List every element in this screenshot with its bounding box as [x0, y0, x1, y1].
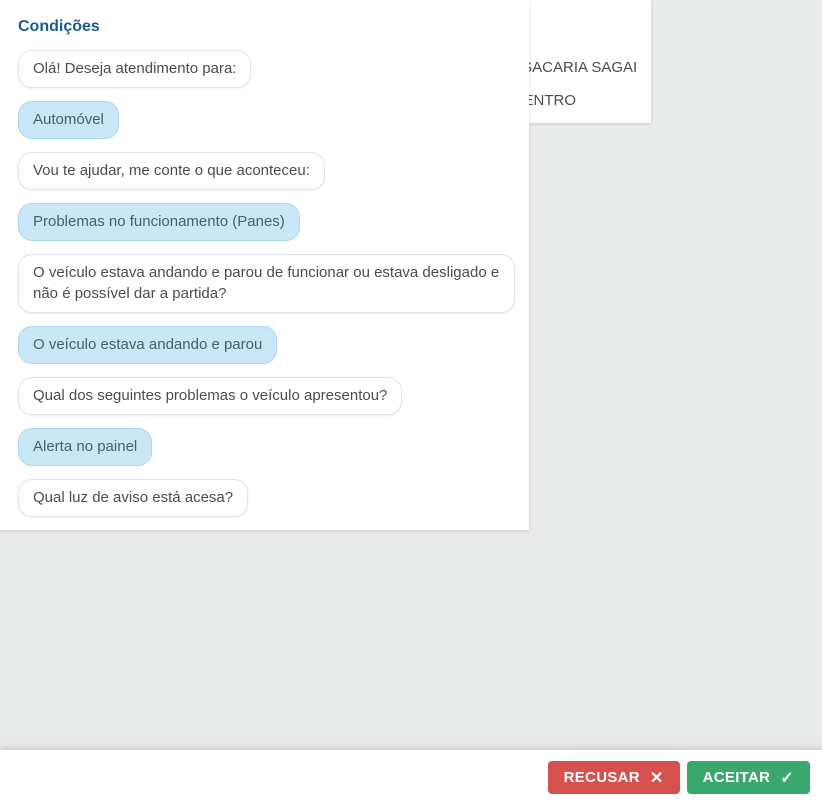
conditions-card: Condições Olá! Deseja atendimento para: … [0, 0, 529, 530]
chat-message: Problemas no funcionamento (Panes) [18, 203, 515, 241]
bot-bubble: Olá! Deseja atendimento para: [18, 50, 252, 88]
reject-button[interactable]: RECUSAR ✕ [547, 761, 680, 794]
chat-message: Automóvel [18, 101, 515, 139]
chat-message: Qual luz de aviso está acesa? [18, 479, 515, 517]
chat-message: Alerta no painel [18, 428, 515, 466]
chat-message: Qual dos seguintes problemas o veículo a… [18, 377, 515, 415]
user-bubble: Automóvel [18, 101, 119, 139]
user-bubble: O veículo estava andando e parou [18, 326, 278, 364]
bot-bubble: Qual dos seguintes problemas o veículo a… [18, 377, 403, 415]
bot-bubble: Vou te ajudar, me conte o que aconteceu: [18, 152, 325, 190]
accept-button[interactable]: ACEITAR ✓ [686, 761, 810, 794]
chat-message: O veículo estava andando e parou de func… [18, 254, 515, 313]
chat-message: Vou te ajudar, me conte o que aconteceu: [18, 152, 515, 190]
user-bubble: Alerta no painel [18, 428, 153, 466]
check-icon: ✓ [780, 769, 794, 787]
chat-message: O veículo estava andando e parou [18, 326, 515, 364]
bot-bubble: O veículo estava andando e parou de func… [18, 254, 515, 313]
bot-bubble: Qual luz de aviso está acesa? [18, 479, 249, 517]
conditions-title: Condições [18, 18, 100, 35]
x-icon: ✕ [649, 769, 664, 787]
action-bar: RECUSAR ✕ ACEITAR ✓ [0, 750, 822, 805]
user-bubble: Problemas no funcionamento (Panes) [18, 203, 300, 241]
chat-transcript: Olá! Deseja atendimento para: Automóvel … [18, 50, 515, 517]
chat-message: Olá! Deseja atendimento para: [18, 50, 515, 88]
